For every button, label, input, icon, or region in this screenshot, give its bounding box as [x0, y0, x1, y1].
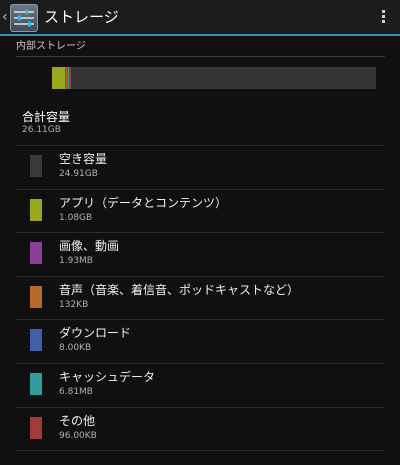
section-header-internal-storage: 内部ストレージ — [16, 41, 86, 52]
category-size: 6.81MB — [59, 387, 93, 397]
menu-dot — [382, 15, 385, 18]
overflow-menu-icon[interactable] — [382, 10, 386, 28]
action-bar: ‹ ストレージ — [0, 0, 400, 36]
storage-category-row[interactable]: キャッシュデータ 6.81MB — [16, 364, 385, 407]
category-label: 空き容量 — [59, 152, 108, 166]
category-label: キャッシュデータ — [59, 370, 156, 384]
storage-category-row[interactable]: 画像、動画 1.93MB — [16, 233, 385, 276]
storage-usage-bar — [52, 67, 376, 89]
total-capacity-label: 合計容量 — [22, 110, 71, 124]
category-size: 1.08GB — [59, 212, 93, 223]
category-label: 音声（音楽、着信音、ポッドキャストなど） — [59, 282, 300, 297]
back-caret-icon[interactable]: ‹ — [2, 9, 8, 25]
usage-segment — [52, 67, 66, 89]
storage-category-row[interactable]: 空き容量 24.91GB — [16, 146, 385, 189]
storage-category-row[interactable]: 音声（音楽、着信音、ポッドキャストなど） 132KB — [16, 277, 385, 320]
category-size: 1.93MB — [59, 256, 93, 267]
category-size: 24.91GB — [59, 169, 98, 179]
category-color-swatch — [30, 329, 42, 352]
category-label: ダウンロード — [59, 326, 132, 341]
category-label: その他 — [59, 413, 96, 428]
category-size: 96.00KB — [59, 430, 97, 441]
category-color-swatch — [30, 285, 42, 308]
menu-dot — [382, 20, 385, 23]
total-capacity-value: 26.11GB — [22, 125, 61, 135]
category-color-swatch — [30, 416, 42, 439]
page-title: ストレージ — [44, 8, 119, 26]
category-label: 画像、動画 — [59, 239, 120, 254]
menu-dot — [382, 10, 385, 13]
category-size: 8.00KB — [59, 343, 92, 354]
category-color-swatch — [30, 155, 42, 177]
category-color-swatch — [30, 373, 42, 395]
sliders-glyph-icon — [14, 9, 34, 27]
category-size: 132KB — [59, 299, 89, 310]
settings-sliders-icon[interactable] — [10, 4, 38, 32]
usage-segment — [69, 67, 72, 89]
category-label: アプリ（データとコンテンツ） — [59, 195, 228, 210]
category-color-swatch — [30, 242, 42, 265]
storage-category-row[interactable]: ダウンロード 8.00KB — [16, 320, 385, 363]
storage-category-row[interactable]: その他 96.00KB — [16, 408, 385, 451]
section-divider — [16, 56, 385, 57]
row-divider — [16, 450, 385, 452]
category-color-swatch — [30, 198, 42, 221]
storage-category-row[interactable]: アプリ（データとコンテンツ） 1.08GB — [16, 190, 385, 233]
